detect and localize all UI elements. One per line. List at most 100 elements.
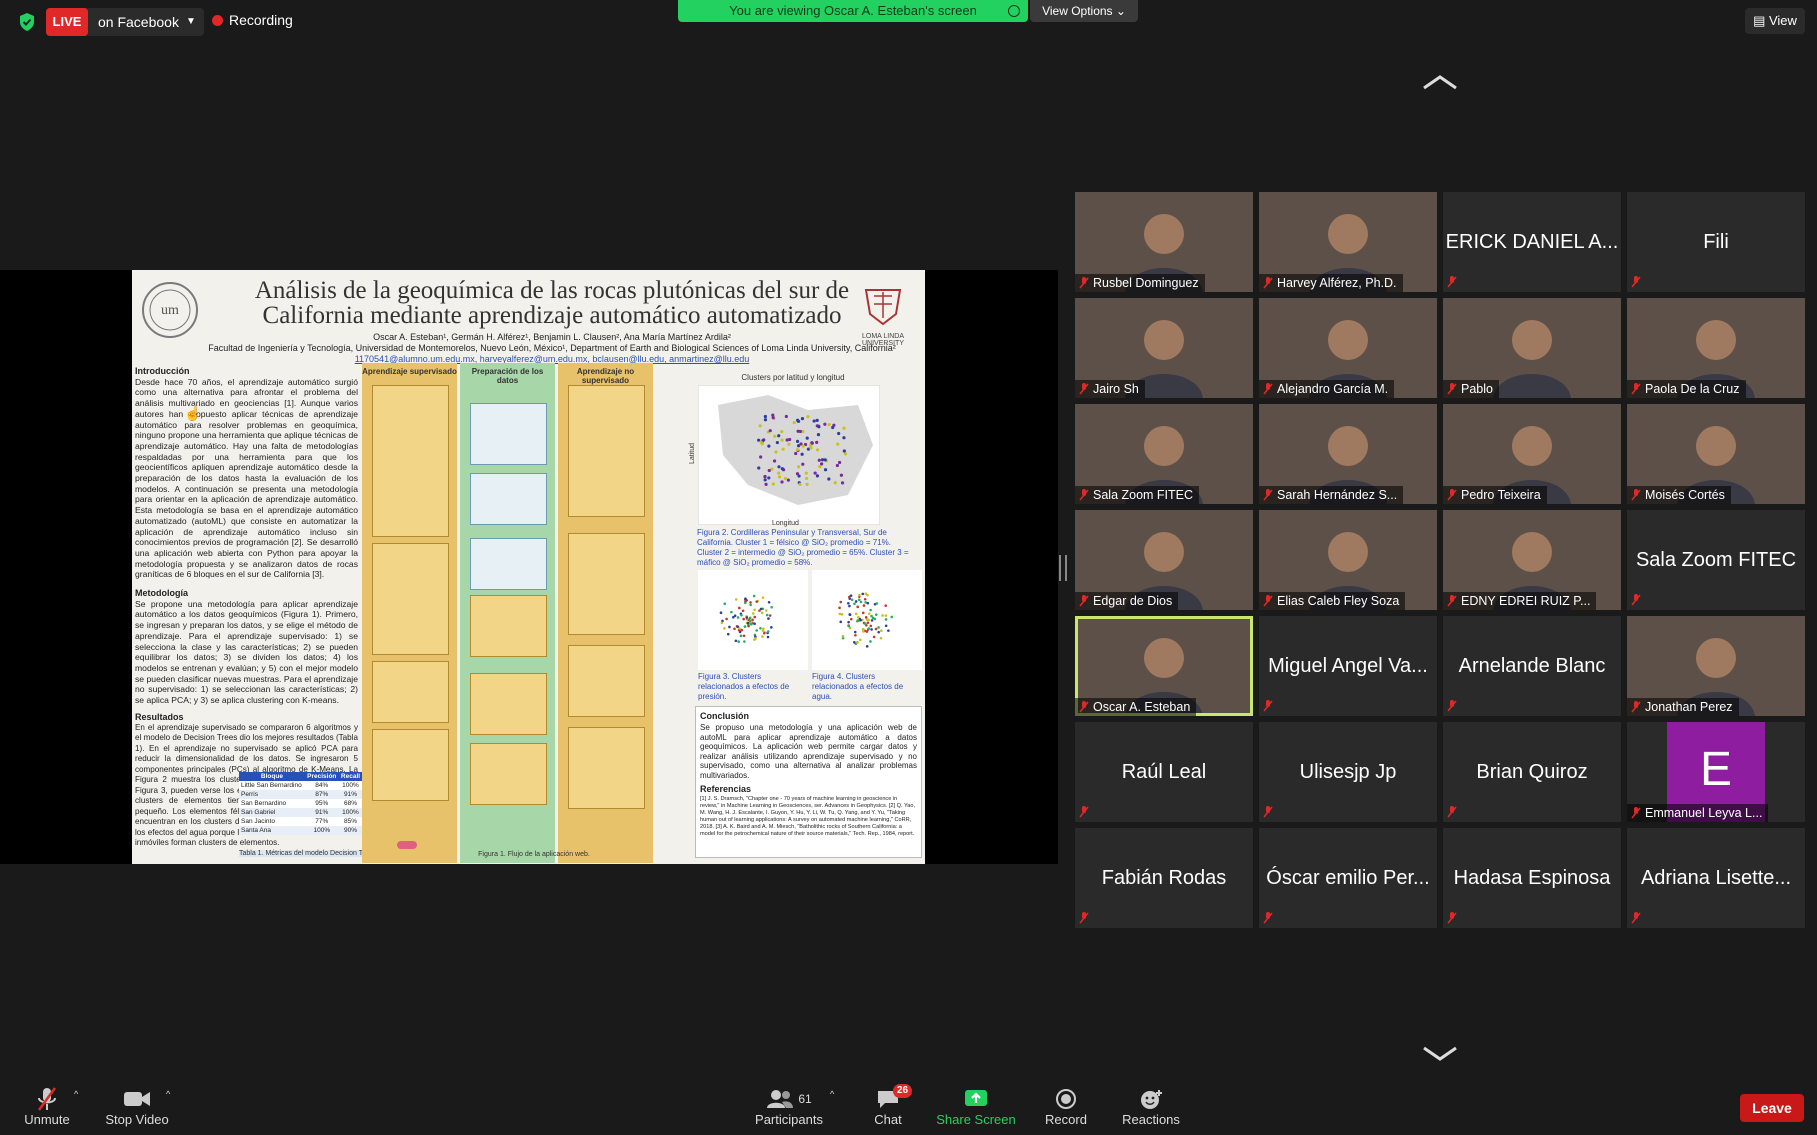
scatter-point	[751, 612, 755, 615]
scatter-point	[866, 621, 870, 625]
unsupervised-column: Aprendizaje no supervisado	[558, 363, 653, 863]
scatter-point	[738, 627, 741, 630]
participant-tile[interactable]: Rusbel Dominguez	[1075, 192, 1253, 292]
unmute-button[interactable]: Unmute	[22, 1086, 72, 1127]
table-cell: 90%	[343, 827, 357, 834]
scatter-point	[723, 602, 727, 606]
flow-box	[372, 385, 449, 537]
participant-tile[interactable]: Brian Quiroz	[1443, 722, 1621, 822]
participant-tile[interactable]: Jonathan Perez	[1627, 616, 1805, 716]
participant-name-label: Jairo Sh	[1075, 380, 1145, 398]
audio-options-caret[interactable]: ^	[74, 1089, 78, 1099]
viewing-banner: You are viewing Oscar A. Esteban's scree…	[678, 0, 1028, 22]
view-button[interactable]: ▤ View	[1745, 8, 1805, 34]
map-point	[837, 460, 842, 465]
participant-tile[interactable]: Pablo	[1443, 298, 1621, 398]
map-point	[795, 439, 800, 444]
participant-tile[interactable]: ERICK DANIEL A...	[1443, 192, 1621, 292]
participant-tile[interactable]: Hadasa Espinosa	[1443, 828, 1621, 928]
video-options-caret[interactable]: ^	[166, 1089, 170, 1099]
participant-name: Miguel Angel Va...	[1268, 655, 1428, 677]
scatter-point	[858, 593, 861, 597]
participant-tile[interactable]: Sala Zoom FITEC	[1075, 404, 1253, 504]
participant-tile[interactable]: Sarah Hernández S...	[1259, 404, 1437, 504]
scatter-point	[742, 634, 746, 638]
participant-tile[interactable]: Adriana Lisette...	[1627, 828, 1805, 928]
map-ylabel: Latitud	[689, 442, 697, 465]
participant-tile[interactable]: Óscar emilio Per...	[1259, 828, 1437, 928]
chevron-up-icon[interactable]	[1422, 74, 1458, 90]
participant-name-label: Pablo	[1443, 380, 1499, 398]
table-cell: 77%	[315, 818, 329, 825]
mic-muted-icon	[1447, 489, 1457, 501]
participant-tile[interactable]: E Emmanuel Leyva L...	[1627, 722, 1805, 822]
flow-box	[470, 673, 547, 735]
scatter-point	[740, 613, 743, 617]
participant-name-label: Rusbel Dominguez	[1075, 274, 1205, 292]
participant-tile[interactable]: Ulisesjp Jp	[1259, 722, 1437, 822]
conclusion-text: Se propuso una metodología y una aplicac…	[700, 723, 917, 780]
scatter-point	[755, 629, 758, 632]
flow-box	[568, 533, 645, 635]
scatter-point	[849, 617, 853, 621]
map-xlabel: Longitud	[772, 520, 799, 527]
mic-muted-icon	[1631, 912, 1641, 924]
video-camera-icon	[102, 1086, 172, 1112]
scatter-point	[745, 616, 749, 619]
chevron-down-icon[interactable]	[1422, 1046, 1458, 1062]
participant-tile[interactable]: Fabián Rodas	[1075, 828, 1253, 928]
mic-muted-icon	[1079, 277, 1089, 289]
view-options-button[interactable]: View Options ⌄	[1030, 0, 1138, 22]
chat-button[interactable]: Chat 26	[863, 1084, 913, 1127]
participant-name: EDNY EDREI RUIZ P...	[1461, 594, 1591, 608]
participant-name: Pedro Teixeira	[1461, 488, 1541, 502]
scatter-point	[755, 600, 759, 603]
stop-video-button[interactable]: Stop Video	[102, 1086, 172, 1127]
scatter-point	[752, 594, 756, 598]
map-point	[836, 442, 840, 446]
scatter-point	[854, 612, 858, 616]
table-cell: 84%	[315, 782, 329, 789]
participant-tile[interactable]: Miguel Angel Va...	[1259, 616, 1437, 716]
participant-tile[interactable]: Pedro Teixeira	[1443, 404, 1621, 504]
participant-name: Elias Caleb Fley Soza	[1277, 594, 1400, 608]
participant-tile[interactable]: Raúl Leal	[1075, 722, 1253, 822]
shield-check-icon[interactable]	[18, 12, 36, 32]
participant-tile[interactable]: Oscar A. Esteban	[1075, 616, 1253, 716]
scatter-point	[751, 618, 754, 622]
recording-indicator[interactable]: Recording	[212, 12, 293, 28]
scatter-point	[852, 640, 856, 644]
leave-button[interactable]: Leave	[1740, 1094, 1804, 1122]
participant-tile[interactable]: Fili	[1627, 192, 1805, 292]
scatter-point	[743, 640, 746, 643]
resize-handle[interactable]	[1059, 555, 1067, 581]
table-cell: San Jacinto	[241, 818, 275, 825]
record-icon	[1040, 1086, 1092, 1112]
live-stream-dropdown[interactable]: LIVE on Facebook ▼	[46, 8, 204, 36]
map-point	[763, 478, 767, 482]
participant-tile[interactable]: Paola De la Cruz	[1627, 298, 1805, 398]
scatter-point	[760, 611, 764, 615]
share-screen-button[interactable]: Share Screen	[936, 1086, 1016, 1127]
participant-tile[interactable]: Moisés Cortés	[1627, 404, 1805, 504]
scatter-point	[877, 626, 880, 629]
participant-tile[interactable]: Sala Zoom FITEC	[1627, 510, 1805, 610]
participant-name-label: EDNY EDREI RUIZ P...	[1443, 592, 1597, 610]
scatter-point	[884, 624, 888, 628]
participant-tile[interactable]: Alejandro García M.	[1259, 298, 1437, 398]
participants-caret[interactable]: ^	[830, 1089, 834, 1099]
participant-tile[interactable]: Edgar de Dios	[1075, 510, 1253, 610]
record-button[interactable]: Record	[1040, 1086, 1092, 1127]
map-point	[777, 475, 782, 479]
poster-author-names: Oscar A. Esteban¹, Germán H. Alférez¹, B…	[373, 332, 731, 342]
participant-tile[interactable]: EDNY EDREI RUIZ P...	[1443, 510, 1621, 610]
participants-button[interactable]: 61 Participants	[750, 1086, 828, 1127]
reactions-button[interactable]: Reactions	[1118, 1086, 1184, 1127]
participant-tile[interactable]: Jairo Sh	[1075, 298, 1253, 398]
participant-tile[interactable]: Elias Caleb Fley Soza	[1259, 510, 1437, 610]
scatter-point	[859, 600, 863, 604]
participant-tile[interactable]: Arnelande Blanc	[1443, 616, 1621, 716]
participant-tile[interactable]: Harvey Alférez, Ph.D.	[1259, 192, 1437, 292]
map-point	[785, 438, 789, 442]
table-cell: 68%	[343, 800, 357, 807]
